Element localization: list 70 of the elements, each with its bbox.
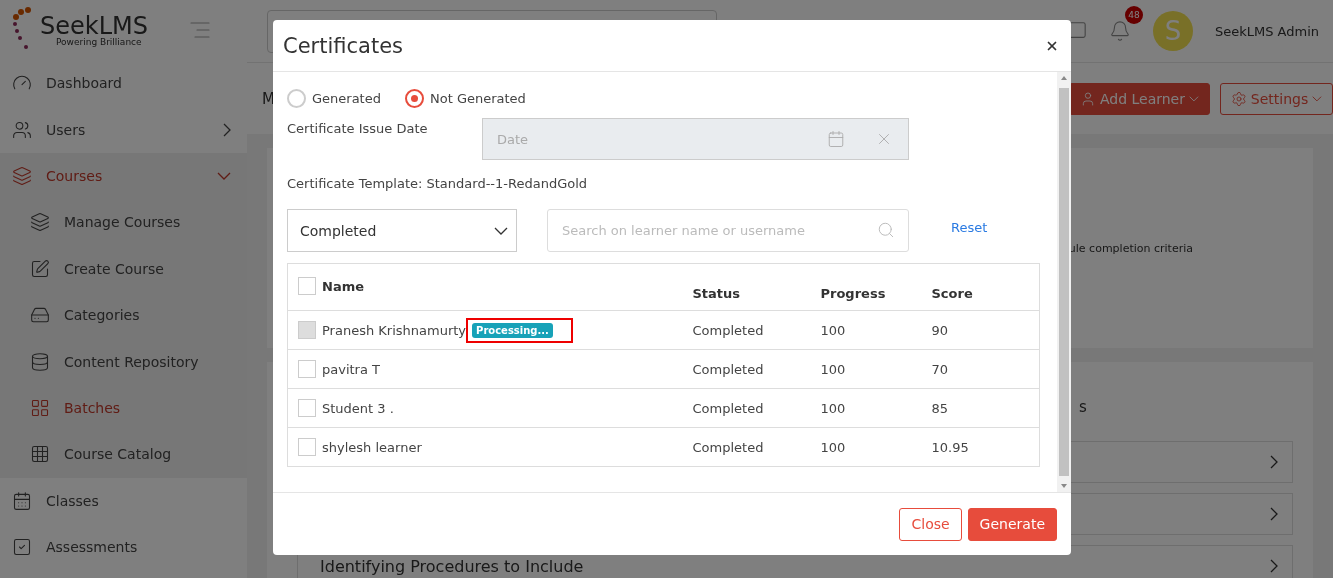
table-cell: Completed [682,388,811,428]
caret-icon [1189,95,1199,102]
table-cell: 100 [810,310,922,350]
settings-button[interactable]: Settings [1219,82,1333,115]
table-cell: 10.95 [921,427,1040,467]
logo-tagline: Powering Brilliance [56,37,143,47]
notification-icon[interactable] [1108,20,1131,42]
table-cell: 100 [810,349,922,389]
search-field[interactable]: Search on learner name or username [547,209,909,252]
dialog-title: Certificates [283,33,405,58]
grid-icon [30,397,50,418]
sidebar-item[interactable]: Course Catalog [0,431,247,478]
user-name[interactable]: SeekLMS Admin [1214,23,1319,39]
checkbox[interactable] [298,438,316,456]
checkbox[interactable] [298,399,316,417]
learner-name: pavitra T [322,361,380,377]
panel-text: s [1079,398,1087,416]
layers-icon [30,212,50,233]
sidebar-item[interactable]: Manage Courses [0,199,247,246]
radio-option[interactable]: Not Generated [404,88,526,108]
checkbox[interactable] [298,277,316,295]
learner-name: shylesh learner [322,439,422,455]
generate-button[interactable]: Generate [967,507,1057,541]
chevron-down-icon [494,226,508,235]
sidebar-item[interactable]: Batches [0,384,247,432]
database-icon [30,351,50,372]
close-button[interactable]: Close [899,507,962,541]
table-cell: 100 [810,388,922,428]
sidebar-item[interactable]: Courses [0,152,247,200]
edit-icon [30,258,50,279]
learner-name: Student 3 . [322,400,394,416]
field-label: Certificate Issue Date [287,120,429,138]
scrollbar[interactable] [1057,72,1071,492]
column-header: Score [931,285,973,301]
settings-icon [1230,90,1247,107]
table-cell: 70 [921,349,1040,389]
caret-icon [1312,95,1322,102]
notification-count: 48 [1124,6,1143,24]
users-icon [12,119,32,140]
table-cell: Completed [682,349,811,389]
logo-text: SeekLMS [40,13,148,38]
page-title: M [262,89,275,108]
table-cell: Completed [682,427,811,467]
template-text: Certificate Template: Standard--1-RedandGold [287,176,589,191]
table-cell: 100 [810,427,922,467]
reset-link[interactable]: Reset [951,220,988,235]
status-badge: Processing... [472,322,553,338]
table-cell: Completed [682,310,811,350]
sidebar-item[interactable]: Create Course [0,245,247,292]
sidebar-item[interactable]: Categories [0,291,247,339]
chevron-right-icon [1270,455,1278,469]
search-icon[interactable] [877,221,895,239]
chevron-right-icon [1270,559,1278,573]
calendar-icon[interactable] [827,130,845,148]
table-cell: 90 [921,310,1040,350]
column-header: Progress [820,285,886,301]
status-select[interactable]: Completed [287,209,517,252]
calendar-icon [12,490,32,511]
column-header: Status [692,285,741,301]
sidebar-item[interactable]: Content Repository [0,338,247,385]
column-header: Name [322,278,364,294]
add-learner-button[interactable]: Add Learner [1068,82,1210,115]
layers-icon [12,165,32,186]
chevron-right-icon [1270,507,1278,521]
table-cell: 85 [921,388,1040,428]
radio-option[interactable]: Generated [287,88,381,108]
learner-name: Pranesh Krishnamurty [322,322,467,338]
grid-icon [30,444,50,465]
checkbox-icon [12,537,32,558]
checkbox[interactable] [298,360,316,378]
